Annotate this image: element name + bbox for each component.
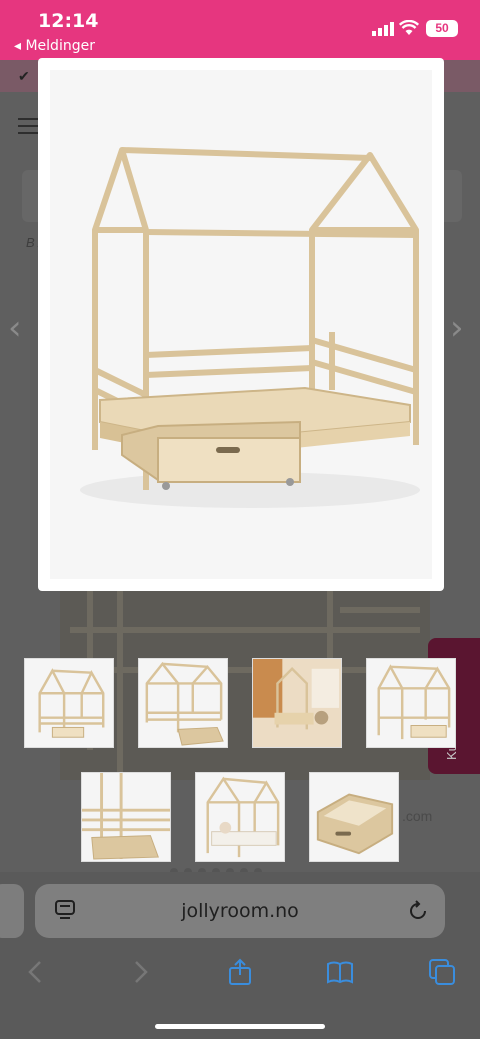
cellular-signal-icon xyxy=(372,22,394,36)
url-text[interactable]: jollyroom.no xyxy=(35,900,445,922)
share-icon[interactable] xyxy=(226,958,254,986)
forward-icon[interactable] xyxy=(126,958,154,986)
browser-toolbar xyxy=(0,950,480,1039)
image-lightbox[interactable] xyxy=(38,58,444,591)
thumbnail-7[interactable] xyxy=(309,772,399,862)
previous-tab-preview[interactable] xyxy=(0,884,24,938)
tabs-icon[interactable] xyxy=(428,958,456,986)
browser-address-area: jollyroom.no xyxy=(0,872,480,950)
domain-text-fragment: .com xyxy=(402,808,433,824)
address-bar[interactable]: jollyroom.no xyxy=(35,884,445,938)
thumbnail-3[interactable] xyxy=(252,658,342,748)
status-bar: 12:14 ◂ Meldinger 50 xyxy=(0,0,480,60)
thumbnail-1[interactable] xyxy=(24,658,114,748)
thumbnail-5[interactable] xyxy=(81,772,171,862)
lightbox-image xyxy=(50,70,432,579)
thumbnail-4[interactable] xyxy=(366,658,456,748)
thumbnail-6[interactable] xyxy=(195,772,285,862)
next-image-arrow[interactable]: › xyxy=(450,308,464,348)
wifi-icon xyxy=(399,20,419,35)
back-to-messages-link[interactable]: ◂ Meldinger xyxy=(14,38,95,54)
clock: 12:14 xyxy=(38,10,99,32)
thumbnail-2[interactable] xyxy=(138,658,228,748)
hamburger-menu-icon[interactable] xyxy=(18,118,38,134)
check-icon: ✔ xyxy=(18,68,30,84)
back-icon[interactable] xyxy=(22,958,50,986)
previous-image-arrow[interactable]: ‹ xyxy=(8,308,22,348)
reload-icon[interactable] xyxy=(407,900,429,922)
home-indicator[interactable] xyxy=(155,1024,325,1029)
bookmarks-icon[interactable] xyxy=(326,958,354,986)
battery-indicator: 50 xyxy=(426,20,458,37)
